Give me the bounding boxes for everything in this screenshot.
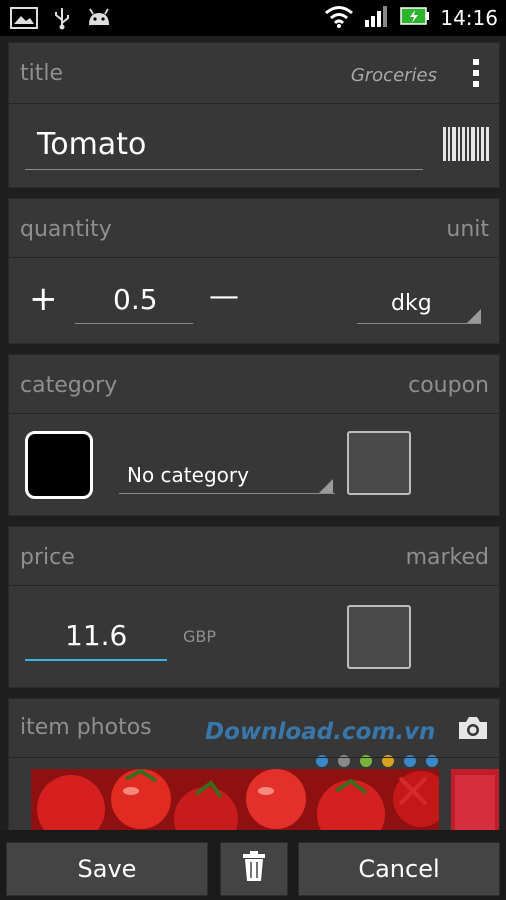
category-panel: category coupon No category [8, 354, 500, 516]
wifi-icon [324, 4, 354, 32]
increase-quantity-button[interactable]: + [29, 279, 58, 319]
title-label: title [20, 61, 64, 86]
category-color-swatch[interactable] [25, 431, 93, 499]
remove-photo-icon[interactable] [397, 775, 429, 811]
quantity-underline [75, 323, 193, 324]
item-name-input[interactable]: Tomato [37, 127, 146, 162]
unit-select[interactable]: dkg [391, 291, 432, 316]
photo-thumbnail[interactable] [31, 768, 449, 839]
price-input[interactable]: 11.6 [65, 619, 127, 652]
price-label: price [20, 545, 75, 570]
overflow-menu-icon[interactable] [471, 57, 481, 93]
delete-button[interactable] [220, 842, 288, 896]
signal-icon [364, 4, 390, 32]
quantity-panel: quantity unit + 0.5 — dkg [8, 198, 500, 344]
price-panel: price marked 11.6 GBP [8, 526, 500, 688]
trash-icon [242, 850, 266, 888]
category-underline [119, 493, 335, 494]
save-button[interactable]: Save [6, 842, 208, 896]
category-select[interactable]: No category [127, 463, 249, 487]
quantity-input[interactable]: 0.5 [113, 283, 158, 316]
unit-label: unit [446, 217, 489, 242]
coupon-label: coupon [408, 373, 489, 398]
unit-dropdown-icon[interactable] [467, 309, 481, 323]
watermark-logo: Download.com.vn [205, 719, 436, 745]
coupon-checkbox[interactable] [347, 431, 411, 495]
photos-panel: item photos Download.com.vn [8, 698, 500, 840]
category-dropdown-icon[interactable] [319, 479, 333, 493]
divider [9, 257, 499, 258]
status-time: 14:16 [440, 6, 498, 30]
quantity-label: quantity [20, 217, 112, 242]
marked-checkbox[interactable] [347, 605, 411, 669]
divider [9, 585, 499, 586]
category-label: category [20, 373, 118, 398]
usb-icon [52, 6, 72, 34]
currency-label: GBP [183, 627, 217, 646]
unit-underline [357, 323, 481, 324]
battery-charging-icon [400, 6, 430, 30]
bottom-action-bar: Save Cancel [0, 830, 506, 900]
title-panel: title Groceries Tomato [8, 42, 500, 188]
gallery-icon [10, 7, 38, 33]
divider [9, 413, 499, 414]
divider [9, 103, 499, 104]
decrease-quantity-button[interactable]: — [209, 279, 239, 314]
cancel-button[interactable]: Cancel [298, 842, 500, 896]
item-photos-label: item photos [20, 715, 152, 740]
list-name[interactable]: Groceries [351, 65, 437, 86]
barcode-icon[interactable] [443, 127, 489, 165]
camera-icon[interactable] [457, 715, 489, 745]
item-name-underline [25, 169, 423, 170]
status-bar: 14:16 [0, 0, 506, 36]
marked-label: marked [405, 545, 489, 570]
price-underline-focused [25, 659, 167, 661]
photo-thumbnail-2[interactable] [451, 769, 499, 839]
android-icon [86, 7, 112, 33]
divider [9, 757, 499, 758]
